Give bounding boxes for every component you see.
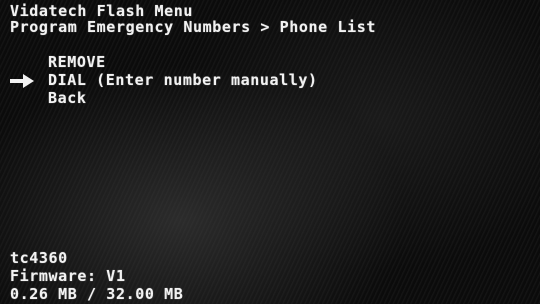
flash-menu-screen: Vidatech Flash Menu Program Emergency Nu… [0,0,540,304]
memory-usage: 0.26 MB / 32.00 MB [10,285,184,303]
menu-item-remove[interactable]: REMOVE [48,53,106,71]
firmware-version: Firmware: V1 [10,267,126,285]
right-arrow-icon [10,74,34,88]
breadcrumb: Program Emergency Numbers > Phone List [10,18,376,36]
menu-item-back[interactable]: Back [48,89,87,107]
device-name: tc4360 [10,249,68,267]
menu-item-dial[interactable]: DIAL (Enter number manually) [48,71,318,89]
